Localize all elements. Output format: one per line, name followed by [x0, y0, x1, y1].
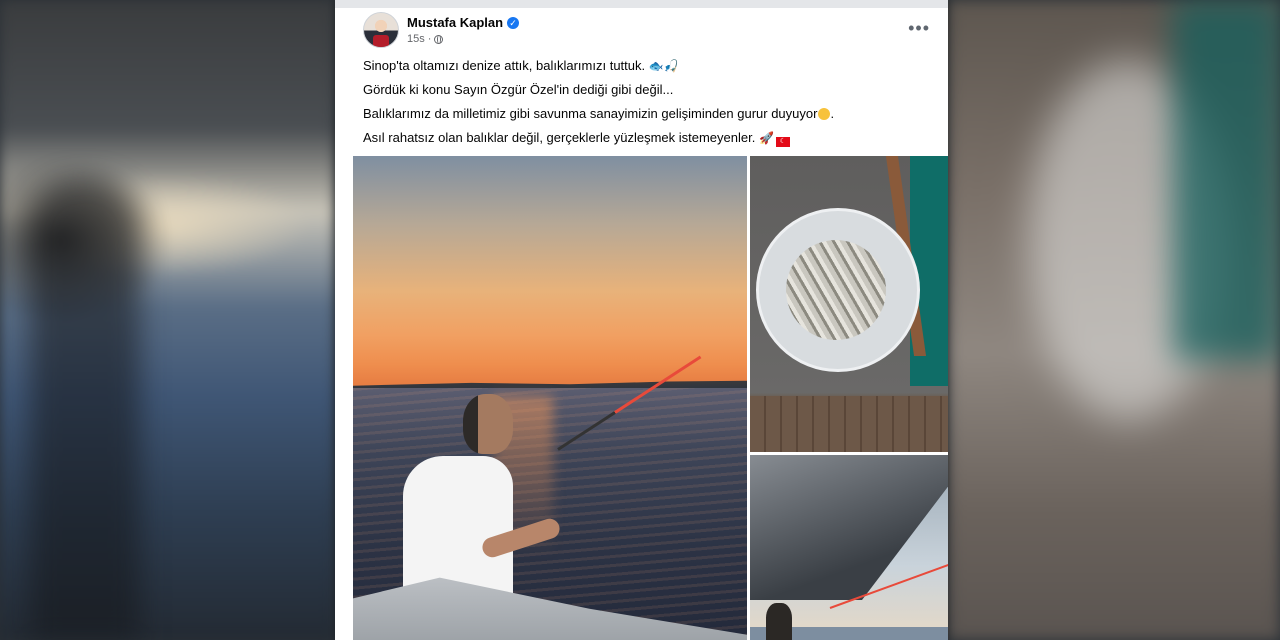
paragraph-text: Asıl rahatsız olan balıklar değil, gerçe… — [363, 130, 756, 145]
separator-dot: · — [427, 33, 432, 45]
fish-bowl-photo[interactable] — [750, 156, 948, 452]
backdrop-left-shape — [30, 180, 140, 640]
boat-hull — [750, 455, 948, 600]
backdrop-right-teal — [1173, 0, 1280, 360]
paragraph-text: Balıklarımız da milletimiz gibi savunma … — [363, 106, 818, 121]
timestamp[interactable]: 15s — [407, 33, 425, 45]
card-top-divider — [335, 0, 948, 8]
main-photo[interactable] — [353, 156, 747, 640]
fish-icon: 🐟 — [648, 59, 664, 73]
person-head — [463, 394, 513, 454]
globe-icon — [434, 34, 444, 44]
post-paragraph-1: Sinop'ta oltamızı denize attık, balıklar… — [363, 54, 923, 78]
post-meta: Mustafa Kaplan ✓ 15s · — [407, 15, 520, 45]
avatar[interactable] — [363, 12, 399, 48]
author-name[interactable]: Mustafa Kaplan — [407, 15, 503, 30]
backdrop-right — [948, 0, 1280, 640]
post-paragraph-3: Balıklarımız da milletimiz gibi savunma … — [363, 106, 835, 121]
verified-badge-icon: ✓ — [507, 16, 520, 29]
smiling-face-icon — [818, 108, 831, 120]
fish-catch — [786, 240, 886, 340]
boat-photo[interactable] — [750, 455, 948, 640]
paragraph-text: Gördük ki konu Sayın Özgür Özel'in dediğ… — [363, 82, 674, 97]
post-header: Mustafa Kaplan ✓ 15s · — [363, 12, 520, 48]
post-paragraph-2: Gördük ki konu Sayın Özgür Özel'in dediğ… — [363, 78, 923, 102]
timestamp-row: 15s · — [407, 33, 519, 45]
rocket-icon: 🚀 — [758, 131, 774, 145]
wooden-deck — [750, 396, 948, 452]
post-text: Sinop'ta oltamızı denize attık, balıklar… — [363, 54, 923, 150]
person — [766, 603, 792, 640]
turkish-flag-icon: ☾ — [775, 137, 790, 147]
post-paragraph-4: Asıl rahatsız olan balıklar değil, gerçe… — [363, 126, 923, 150]
paragraph-text: Sinop'ta oltamızı denize attık, balıklar… — [363, 58, 646, 73]
post-card: Mustafa Kaplan ✓ 15s · ••• Sinop'ta olta… — [335, 0, 948, 640]
more-options-icon[interactable]: ••• — [908, 18, 930, 39]
fishing-pole-icon: 🎣 — [663, 59, 679, 73]
author-row: Mustafa Kaplan ✓ — [407, 15, 520, 30]
